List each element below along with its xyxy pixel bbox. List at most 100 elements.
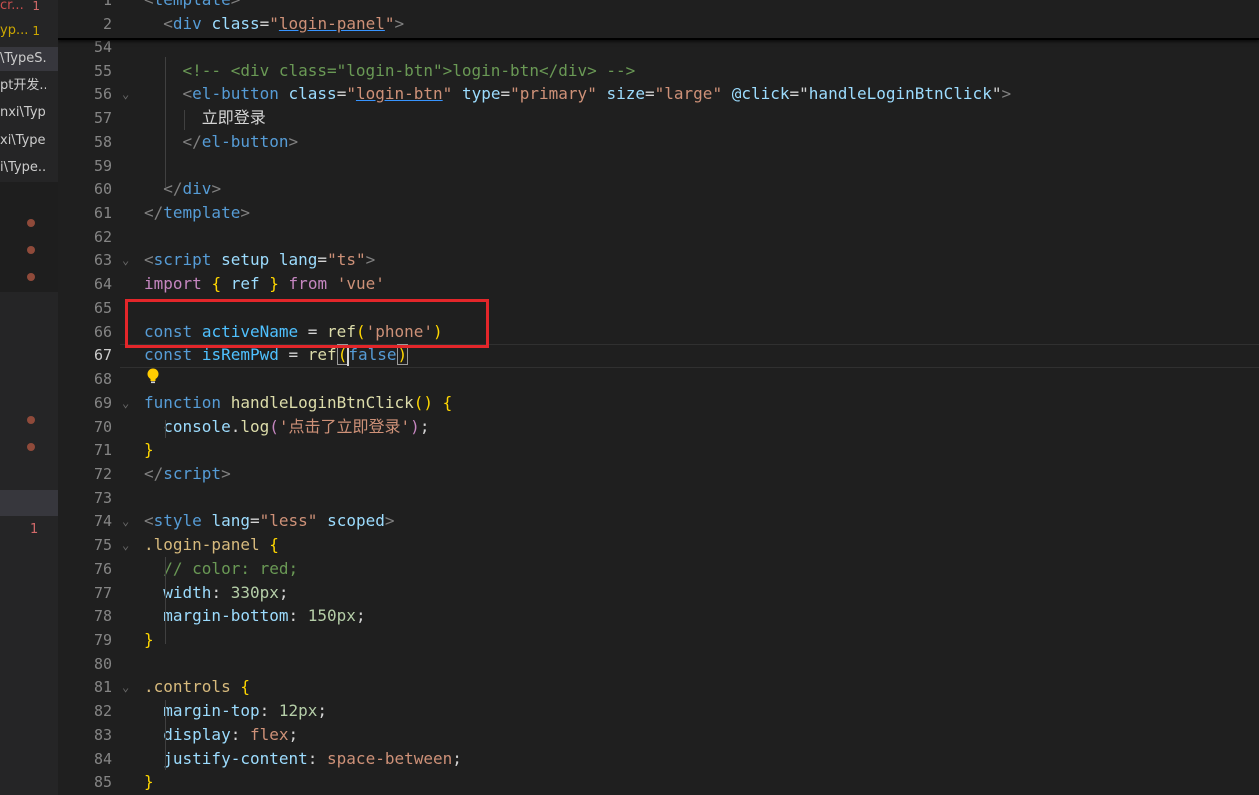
code-token: script — [163, 464, 222, 483]
code-token: > — [211, 179, 222, 198]
chevron-down-icon[interactable]: ⌄ — [122, 248, 129, 272]
code-line[interactable]: </script> — [144, 462, 231, 486]
code-token: ; — [452, 749, 462, 768]
code-token: "large" — [654, 84, 723, 103]
code-token: < — [144, 250, 154, 269]
line-number: 64 — [93, 275, 112, 293]
code-line[interactable]: } — [144, 438, 154, 462]
code-editor[interactable]: 54 55 <!-- <div class="login-btn">login-b… — [58, 0, 1259, 795]
chevron-down-icon[interactable]: ⌄ — [122, 509, 129, 533]
code-token: : — [259, 701, 279, 720]
code-token: "ts" — [327, 250, 366, 269]
code-token: ; — [288, 725, 299, 744]
code-line[interactable]: justify-content: space-between; — [144, 747, 462, 771]
code-line[interactable]: display: flex; — [144, 723, 298, 747]
code-token: ( — [269, 417, 279, 436]
code-token: flex — [249, 725, 289, 744]
code-line[interactable]: function handleLoginBtnClick() { — [144, 391, 452, 415]
line-number: 84 — [93, 750, 112, 768]
open-editor-item[interactable]: cr... 1 — [0, 0, 58, 18]
code-token: > — [1001, 84, 1012, 103]
code-token: } — [269, 274, 279, 293]
modified-dot-icon — [27, 443, 35, 451]
code-token: 立即登录 — [144, 108, 266, 127]
code-token: ) — [410, 417, 420, 436]
code-line[interactable]: <el-button class="login-btn" type="prima… — [144, 82, 1012, 106]
code-token: @click — [731, 84, 790, 103]
code-token: ; — [355, 606, 366, 625]
selected-tree-item[interactable] — [0, 490, 58, 516]
code-token: : — [211, 583, 231, 602]
line-number: 67 — [93, 346, 112, 364]
open-editor-filename: yp... — [0, 23, 29, 38]
open-editor-item[interactable]: xi\Type... — [0, 129, 58, 153]
code-token: > — [221, 464, 231, 483]
code-line[interactable]: </div> — [144, 177, 221, 201]
code-token: class — [288, 84, 337, 103]
code-token: " — [269, 14, 279, 33]
code-line[interactable]: <style lang="less" scoped> — [144, 509, 395, 533]
code-token: < — [163, 14, 173, 33]
code-token: ; — [317, 701, 328, 720]
code-token: > — [365, 250, 376, 269]
code-token: class — [211, 14, 260, 33]
code-line[interactable]: margin-bottom: 150px; — [144, 604, 366, 628]
chevron-down-icon[interactable]: ⌄ — [122, 675, 129, 699]
code-line[interactable]: </template> — [144, 201, 250, 225]
code-line[interactable]: <!-- <div class="login-btn">login-btn</d… — [144, 59, 636, 83]
open-editor-item[interactable]: nxi\Typ... — [0, 101, 58, 125]
chevron-down-icon[interactable]: ⌄ — [122, 391, 129, 415]
code-line[interactable]: console.log('点击了立即登录'); — [144, 415, 429, 439]
open-editor-item[interactable]: i\Type... — [0, 156, 58, 180]
open-editor-item[interactable]: pt开发... — [0, 74, 58, 98]
code-line[interactable]: <script setup lang="ts"> — [144, 248, 375, 272]
code-token: space-between — [327, 749, 453, 768]
open-editor-item[interactable]: yp... 1 — [0, 19, 58, 43]
line-number: 73 — [93, 489, 112, 507]
code-line[interactable]: <div class="login-panel"> — [144, 12, 404, 36]
code-line[interactable]: } — [144, 628, 154, 652]
line-number: 72 — [93, 465, 112, 483]
open-editor-filename: nxi\Typ... — [0, 105, 46, 120]
line-number: 80 — [93, 655, 112, 673]
chevron-down-icon[interactable]: ⌄ — [122, 533, 129, 557]
code-token: < — [144, 511, 154, 530]
code-line[interactable]: 立即登录 — [144, 106, 266, 130]
code-token: width — [163, 583, 212, 602]
code-token: el-button — [201, 132, 289, 151]
code-token: lang — [211, 511, 250, 530]
open-editor-item[interactable]: \TypeS... — [0, 47, 58, 71]
sticky-scroll-header[interactable]: 1<template>2 <div class="login-panel"> — [58, 0, 1259, 40]
code-line[interactable]: margin-top: 12px; — [144, 699, 327, 723]
code-token: lang — [278, 250, 318, 269]
code-token: </ — [144, 464, 164, 483]
code-token: margin-bottom — [163, 606, 289, 625]
code-token: = — [645, 84, 655, 103]
code-token: "less" — [259, 511, 318, 530]
code-line[interactable]: .controls { — [144, 675, 250, 699]
code-token: scoped — [327, 511, 385, 530]
line-number: 68 — [93, 370, 112, 388]
text-cursor — [347, 346, 349, 366]
code-line[interactable]: </el-button> — [144, 130, 299, 154]
code-token: </ — [182, 132, 202, 151]
lightbulb-icon[interactable] — [146, 367, 160, 387]
code-line[interactable]: <template> — [144, 0, 240, 12]
chevron-down-icon[interactable]: ⌄ — [122, 82, 129, 106]
code-token: 330px — [230, 583, 279, 602]
code-token: login-btn — [355, 84, 443, 103]
line-number: 2 — [102, 15, 112, 33]
code-line[interactable]: import { ref } from 'vue' — [144, 272, 385, 296]
line-number: 57 — [93, 109, 112, 127]
line-number: 70 — [93, 418, 112, 436]
code-line[interactable]: // color: red; — [144, 557, 298, 581]
code-line[interactable]: .login-panel { — [144, 533, 279, 557]
code-token: handleLoginBtnClick — [230, 393, 414, 412]
code-token: " — [799, 84, 809, 103]
code-line[interactable]: } — [144, 770, 154, 794]
